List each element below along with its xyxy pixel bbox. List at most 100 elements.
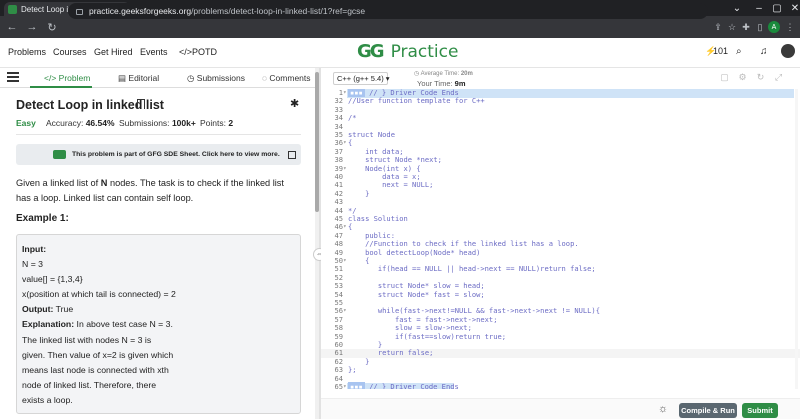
chevron-down-icon[interactable]: ⌄ bbox=[726, 0, 748, 16]
code-line[interactable]: 32//User function template for C++ bbox=[321, 97, 800, 106]
divider bbox=[16, 134, 301, 135]
code-line[interactable]: 49 bool detectLoop(Node* head) bbox=[321, 248, 800, 258]
lock-icon bbox=[76, 9, 83, 15]
code-line[interactable]: 63}; bbox=[321, 366, 800, 375]
example-line: value[] = {1,3,4} bbox=[22, 274, 83, 285]
example-line: node of linked list. Therefore, there bbox=[22, 379, 157, 390]
code-line[interactable]: 65 ▾ ▪▪▪ // } Driver Code Ends bbox=[321, 382, 800, 389]
brand-name: Practice bbox=[390, 41, 459, 62]
nav-get-hired[interactable]: Get Hired bbox=[94, 47, 133, 57]
nav-events[interactable]: Events bbox=[140, 47, 168, 57]
submit-button[interactable]: Submit bbox=[742, 403, 778, 418]
code-text: struct Node* fast = slow; bbox=[348, 289, 485, 299]
site-header: Problems Courses Get Hired Events </>POT… bbox=[0, 38, 800, 68]
forward-icon[interactable]: → bbox=[24, 19, 40, 35]
tab-problem[interactable]: </> Problem bbox=[44, 73, 90, 83]
points-stat: Points: 2 bbox=[200, 118, 234, 128]
example-box: Input: N = 3 value[] = {1,3,4} x(positio… bbox=[16, 234, 301, 414]
editor-toolbar: C++ (g++ 5.4) ▾ ◷ Average Time: 20m Your… bbox=[321, 68, 800, 88]
example-line: In above test case N = 3. bbox=[74, 319, 173, 330]
language-select[interactable]: C++ (g++ 5.4) ▾ bbox=[333, 72, 390, 85]
problem-tabs: </> Problem ▤ Editorial ◷ Submissions ◌ … bbox=[0, 68, 315, 88]
tab-comments[interactable]: ◌ Comments bbox=[262, 73, 311, 83]
tab-submissions[interactable]: ◷ Submissions bbox=[187, 73, 245, 84]
output-value: True bbox=[53, 304, 74, 315]
code-line[interactable]: 34/* bbox=[321, 114, 800, 123]
code-line[interactable]: 35 struct Node bbox=[321, 130, 800, 140]
external-link-icon bbox=[287, 150, 296, 159]
input-label: Input: bbox=[22, 244, 47, 254]
banner-text: This problem is part of GFG SDE Sheet. C… bbox=[72, 151, 280, 158]
editor-panel: C++ (g++ 5.4) ▾ ◷ Average Time: 20m Your… bbox=[321, 68, 800, 419]
reset-icon[interactable]: ↻ bbox=[755, 72, 766, 83]
example-line: N = 3 bbox=[22, 259, 44, 270]
sde-sheet-banner[interactable]: This problem is part of GFG SDE Sheet. C… bbox=[16, 144, 301, 165]
editor-scrollbar[interactable] bbox=[795, 89, 798, 389]
info-icon[interactable]: ▢ bbox=[719, 72, 730, 83]
editor-footer: ☼ Compile & Run Submit bbox=[321, 398, 800, 419]
code-line[interactable]: 43 bbox=[321, 198, 800, 207]
example-line: given. Then value of x=2 is given which bbox=[22, 349, 174, 360]
fold-arrow-icon[interactable]: ▾ bbox=[343, 307, 347, 316]
code-text: if(head == NULL || head->next == NULL)re… bbox=[348, 264, 596, 274]
example-line: exists a loop. bbox=[22, 394, 73, 405]
code-text: }; bbox=[348, 365, 357, 375]
tab-editorial[interactable]: ▤ Editorial bbox=[118, 73, 159, 84]
search-icon[interactable]: ⌕ bbox=[736, 46, 742, 57]
code-line[interactable]: 54 struct Node* fast = slow; bbox=[321, 289, 800, 300]
gfg-practice-logo[interactable]: GG Practice bbox=[357, 41, 458, 62]
gfg-logo-icon: GG bbox=[357, 41, 385, 62]
gfg-favicon-icon bbox=[8, 4, 17, 14]
fold-arrow-icon[interactable]: ▾ bbox=[343, 139, 347, 148]
gfg-logo-icon bbox=[53, 150, 66, 159]
collapsed-marker[interactable]: ▪▪▪ bbox=[348, 382, 365, 389]
nav-courses[interactable]: Courses bbox=[53, 47, 87, 57]
url-text: practice.geeksforgeeks.org/problems/dete… bbox=[89, 6, 366, 16]
bookmark-icon[interactable] bbox=[137, 99, 145, 109]
difficulty-badge: Easy bbox=[16, 118, 36, 128]
problem-panel: </> Problem ▤ Editorial ◷ Submissions ◌ … bbox=[0, 68, 315, 419]
code-line[interactable]: 41 next = NULL; bbox=[321, 181, 800, 190]
user-avatar[interactable] bbox=[781, 44, 795, 58]
address-bar[interactable]: practice.geeksforgeeks.org/problems/dete… bbox=[68, 3, 708, 19]
settings-icon[interactable]: ⚙ bbox=[737, 72, 748, 83]
compile-run-button[interactable]: Compile & Run bbox=[679, 403, 737, 418]
profile-avatar[interactable]: A bbox=[768, 21, 780, 33]
code-line[interactable]: 51 if(head == NULL || head->next == NULL… bbox=[321, 265, 800, 274]
sidebar-icon[interactable]: ▯ bbox=[752, 19, 768, 35]
reload-icon[interactable]: ↻ bbox=[44, 19, 60, 35]
submissions-stat: Submissions: 100k+ bbox=[119, 118, 196, 128]
code-line[interactable]: 61 return false; bbox=[321, 349, 800, 358]
example-line: The linked list with nodes N = 3 is bbox=[22, 334, 152, 345]
code-text: /* bbox=[348, 113, 357, 123]
your-time: Your Time: 9m bbox=[417, 79, 466, 88]
code-line[interactable]: 33 bbox=[321, 105, 800, 115]
bell-icon[interactable]: ♫ bbox=[760, 46, 768, 57]
code-line[interactable]: 42 } bbox=[321, 188, 800, 199]
streak-count: 101 bbox=[713, 46, 729, 56]
kebab-menu-icon[interactable]: ⋮ bbox=[782, 19, 798, 35]
code-editor[interactable]: 1 ▾ ▪▪▪ // } Driver Code Ends 32//User func… bbox=[321, 89, 800, 389]
back-icon[interactable]: ← bbox=[4, 19, 20, 35]
fullscreen-icon[interactable]: ⤢ bbox=[773, 72, 784, 83]
code-text: struct Node bbox=[348, 130, 395, 139]
problem-description: Given a linked list of N nodes. The task… bbox=[16, 178, 284, 203]
nav-potd[interactable]: </>POTD bbox=[179, 47, 217, 57]
code-text: } bbox=[348, 188, 370, 198]
code-line[interactable]: 45 class Solution bbox=[321, 214, 800, 224]
example-line: x(position at which tail is connected) =… bbox=[22, 289, 176, 300]
code-line[interactable]: 59 if(fast==slow)return true; bbox=[321, 332, 800, 342]
code-text: ▪▪▪ // } Driver Code Ends bbox=[348, 382, 459, 389]
lightbulb-icon[interactable]: ☼ bbox=[658, 403, 668, 415]
browser-toolbar: ← → ↻ bbox=[0, 16, 800, 38]
code-line[interactable]: 62 } bbox=[321, 357, 800, 367]
fold-arrow-icon[interactable]: ▾ bbox=[343, 257, 347, 266]
fold-arrow-icon[interactable]: ▾ bbox=[343, 165, 347, 174]
line-number: 65 bbox=[334, 382, 343, 389]
nav-problems[interactable]: Problems bbox=[8, 47, 46, 57]
close-window-icon[interactable]: ✕ bbox=[784, 0, 800, 16]
bug-report-icon[interactable]: ✱ bbox=[290, 97, 299, 110]
fold-arrow-icon[interactable]: ▾ bbox=[343, 223, 347, 232]
code-text: class Solution bbox=[348, 214, 408, 223]
hamburger-menu-icon[interactable] bbox=[7, 72, 19, 82]
